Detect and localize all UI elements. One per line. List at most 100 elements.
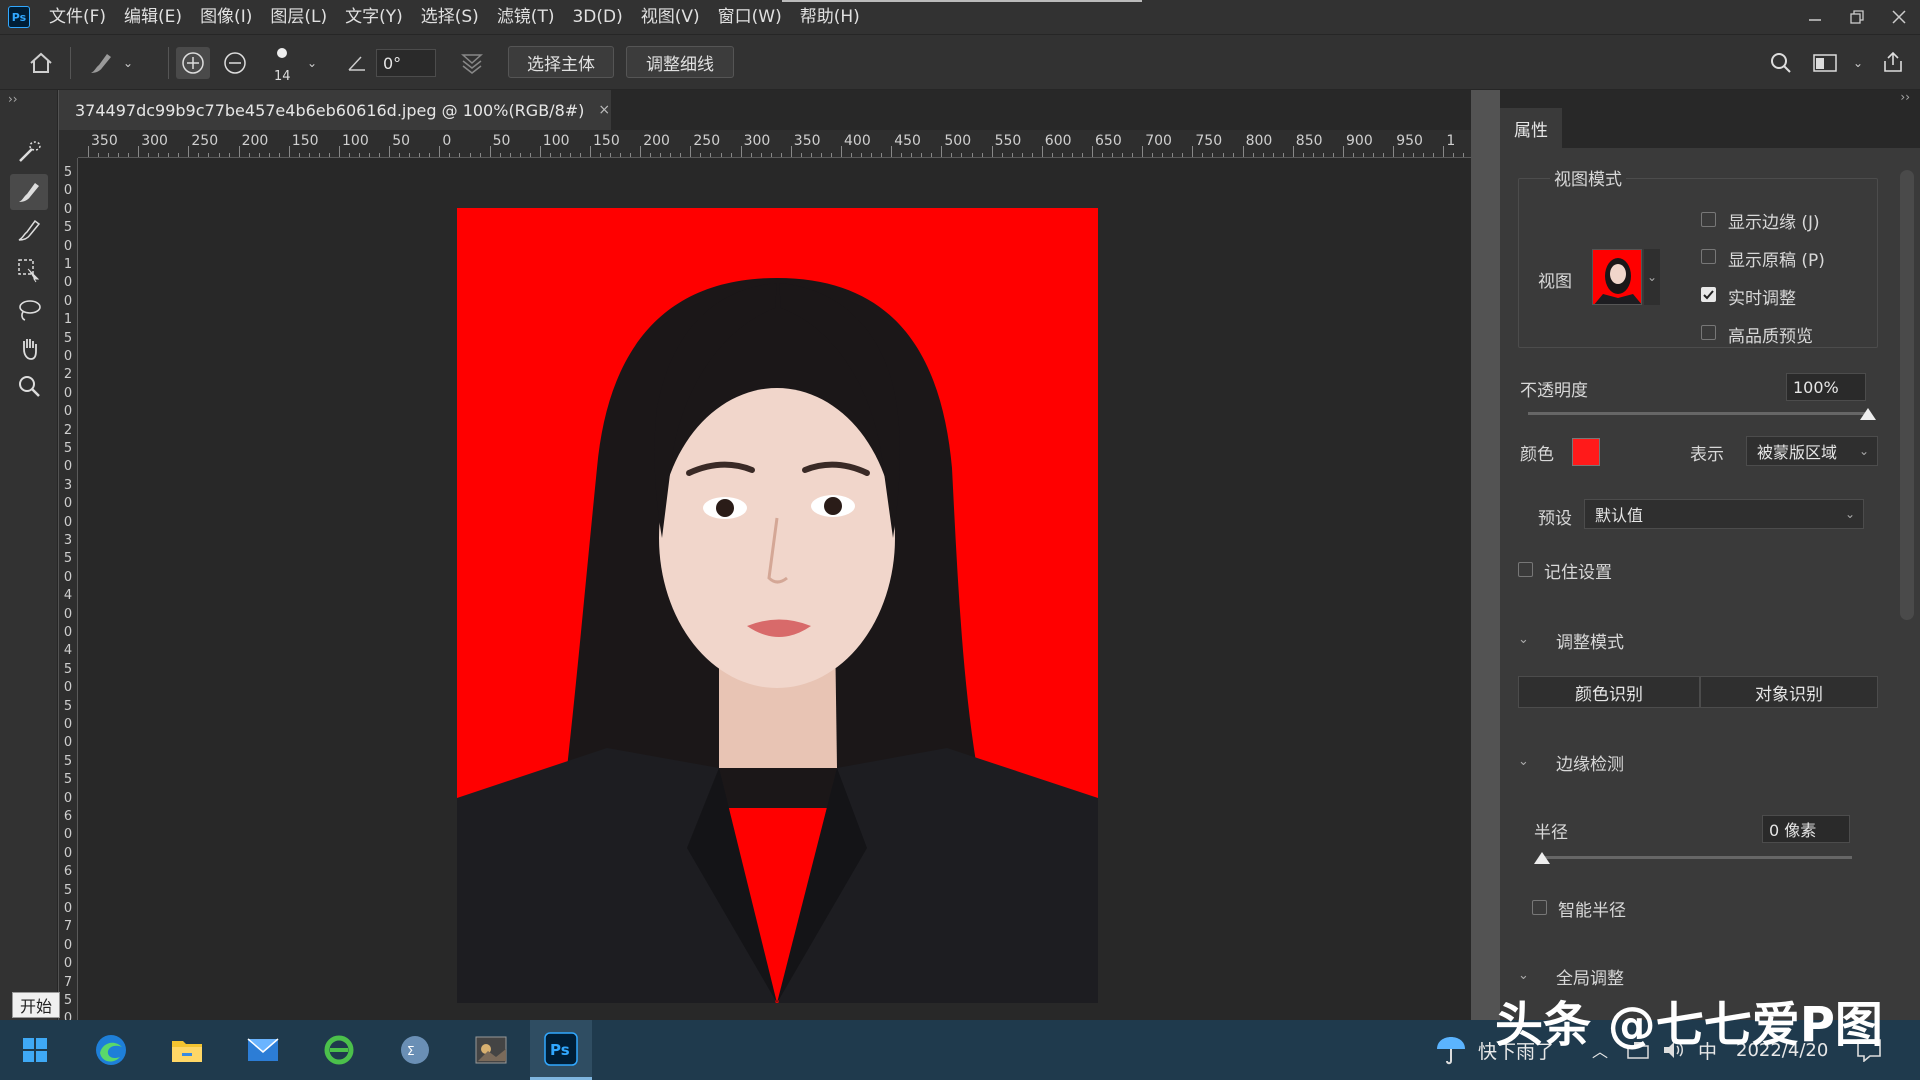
remember-settings-checkbox[interactable] — [1518, 562, 1533, 577]
chevron-down-icon[interactable]: ⌄ — [120, 53, 136, 73]
zoom-tool-icon[interactable] — [10, 368, 48, 404]
ruler-label: 0 — [442, 133, 452, 149]
edge-browser-icon[interactable] — [80, 1020, 142, 1080]
select-subject-button[interactable]: 选择主体 — [508, 46, 614, 78]
realtime-checkbox[interactable] — [1701, 287, 1716, 302]
calculator-globe-icon[interactable]: Σ — [384, 1020, 446, 1080]
chevron-down-icon[interactable]: ⌄ — [304, 53, 320, 73]
menu-filter[interactable]: 滤镜(T) — [488, 0, 564, 34]
opacity-slider[interactable] — [1528, 412, 1868, 415]
refine-edge-brush-tool-icon[interactable] — [10, 174, 48, 210]
menu-view[interactable]: 视图(V) — [632, 0, 709, 34]
brush-tool-icon[interactable] — [10, 212, 48, 248]
properties-panel: 视图模式 视图 ⌄ 显示边缘 (J) 显示原稿 (P) 实时调整 高品质预览 不… — [1500, 148, 1920, 1020]
chevron-down-icon[interactable]: ⌄ — [1518, 632, 1529, 647]
ruler-label: 4 — [63, 588, 73, 604]
properties-tab[interactable]: 属性 — [1500, 108, 1562, 148]
ruler-label: 0 — [63, 717, 73, 732]
brush-size-dot-icon[interactable] — [270, 45, 294, 61]
menu-window[interactable]: 窗口(W) — [709, 0, 791, 34]
document-tab[interactable]: 374497dc99b9c77be457e4b6eb60616d.jpeg @ … — [59, 90, 611, 130]
ruler-tick — [1092, 146, 1093, 157]
ruler-label: 0 — [63, 183, 73, 199]
lasso-tool-icon[interactable] — [10, 292, 48, 328]
radius-field[interactable]: 0 像素 — [1762, 815, 1850, 843]
angle-field[interactable]: 0° — [376, 49, 436, 77]
photo-app-icon[interactable] — [460, 1020, 522, 1080]
view-thumbnail[interactable] — [1592, 249, 1642, 305]
menu-file[interactable]: 文件(F) — [40, 0, 115, 34]
overlay-color-swatch[interactable] — [1572, 438, 1600, 466]
ie-browser-icon[interactable] — [308, 1020, 370, 1080]
menu-select[interactable]: 选择(S) — [412, 0, 488, 34]
object-aware-button[interactable]: 对象识别 — [1700, 676, 1878, 708]
ruler-tick — [891, 146, 893, 157]
menu-type[interactable]: 文字(Y) — [336, 0, 412, 34]
menu-3d[interactable]: 3D(D) — [563, 0, 631, 34]
sample-all-layers-icon[interactable] — [456, 47, 488, 79]
brush-size-value: 14 — [274, 69, 291, 84]
share-icon[interactable] — [1878, 47, 1908, 77]
collapse-arrows-icon[interactable]: ›› — [1900, 90, 1910, 104]
menu-help[interactable]: 帮助(H) — [791, 0, 869, 34]
hand-tool-icon[interactable] — [10, 330, 48, 366]
mail-icon[interactable] — [232, 1020, 294, 1080]
indicate-dropdown[interactable]: 被蒙版区域 ⌄ — [1746, 436, 1878, 466]
smart-radius-checkbox[interactable] — [1532, 900, 1547, 915]
ruler-label: 150 — [593, 133, 620, 149]
collapse-arrows-icon[interactable]: ›› — [8, 92, 18, 106]
close-window-button[interactable] — [1878, 0, 1920, 34]
chevron-down-icon[interactable]: ⌄ — [1644, 249, 1660, 305]
ruler-tick — [1292, 146, 1294, 157]
preset-dropdown[interactable]: 默认值 ⌄ — [1584, 499, 1864, 529]
ruler-label: 550 — [994, 133, 1022, 149]
adjust-mode-heading[interactable]: 调整模式 — [1556, 628, 1624, 653]
show-edge-checkbox[interactable] — [1701, 212, 1716, 227]
menu-layer[interactable]: 图层(L) — [261, 0, 336, 34]
quick-selection-tool-icon[interactable] — [10, 134, 48, 170]
refine-brush-preset-icon[interactable] — [84, 47, 118, 79]
ruler-tick — [690, 146, 692, 157]
photoshop-logo-icon[interactable]: Ps — [8, 6, 30, 28]
chevron-down-icon[interactable]: ⌄ — [1518, 968, 1529, 983]
opacity-field[interactable]: 100% — [1786, 373, 1866, 401]
refine-hair-button[interactable]: 调整细线 — [626, 46, 734, 78]
chevron-down-icon[interactable]: ⌄ — [1850, 53, 1866, 73]
file-explorer-icon[interactable] — [156, 1020, 218, 1080]
hq-preview-label: 高品质预览 — [1728, 327, 1813, 347]
subtract-from-area-icon[interactable] — [218, 47, 252, 79]
preset-value: 默认值 — [1595, 506, 1644, 525]
home-icon[interactable] — [24, 49, 58, 77]
ruler-label: 700 — [1145, 133, 1172, 149]
opacity-slider-handle[interactable] — [1860, 408, 1876, 420]
ruler-label: 0 — [63, 625, 73, 640]
photoshop-taskbar-icon[interactable]: Ps — [530, 1020, 592, 1080]
ruler-label: 3 — [63, 533, 73, 548]
chevron-down-icon[interactable]: ⌄ — [1518, 754, 1529, 769]
search-icon[interactable] — [1766, 49, 1796, 77]
show-original-checkbox[interactable] — [1701, 249, 1716, 264]
ruler-label: 1 — [63, 257, 73, 272]
windows-start-icon[interactable] — [4, 1020, 66, 1080]
menu-image[interactable]: 图像(I) — [191, 0, 261, 34]
color-label: 颜色 — [1520, 445, 1554, 465]
menu-edit[interactable]: 编辑(E) — [115, 0, 191, 34]
hq-preview-checkbox[interactable] — [1701, 325, 1716, 340]
portrait-photo[interactable] — [457, 208, 1098, 1003]
panel-header: ›› — [1500, 90, 1920, 148]
object-selection-tool-icon[interactable] — [10, 252, 48, 288]
ruler-label: 800 — [1245, 133, 1273, 149]
color-aware-button[interactable]: 颜色识别 — [1518, 676, 1700, 708]
radius-slider-handle[interactable] — [1534, 852, 1550, 864]
angle-icon — [344, 51, 370, 75]
workspace-icon[interactable] — [1810, 49, 1840, 77]
ruler-label: 5 — [63, 441, 73, 456]
ruler-label: 450 — [894, 133, 921, 149]
radius-slider[interactable] — [1542, 856, 1852, 859]
restore-button[interactable] — [1836, 0, 1878, 34]
minimize-button[interactable] — [1794, 0, 1836, 34]
add-to-area-icon[interactable] — [176, 47, 210, 79]
close-tab-icon[interactable]: × — [598, 102, 610, 118]
panel-scrollbar[interactable] — [1900, 170, 1914, 620]
edge-detection-heading[interactable]: 边缘检测 — [1556, 750, 1624, 775]
